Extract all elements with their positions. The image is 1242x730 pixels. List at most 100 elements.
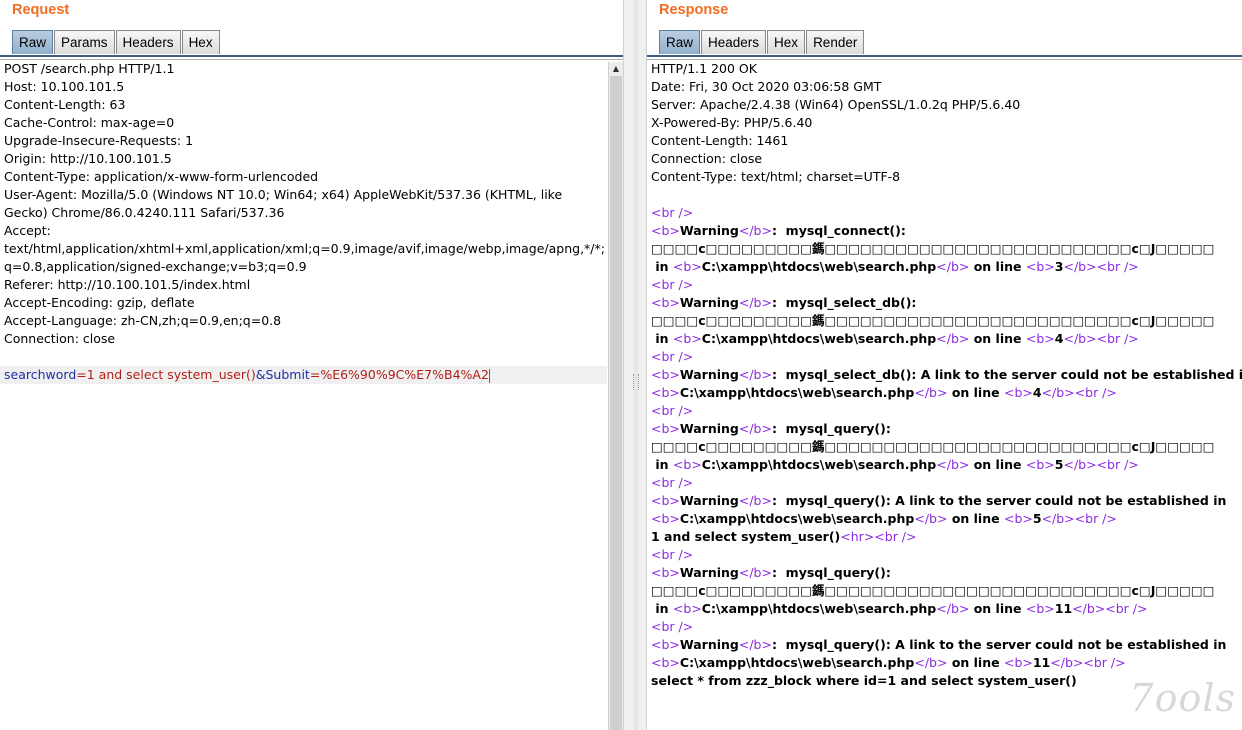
body-key2: Submit — [265, 367, 310, 382]
response-path-line: <b>C:\xampp\htdocs\web\search.php</b> on… — [647, 654, 1242, 672]
response-tab-render[interactable]: Render — [806, 30, 865, 54]
request-line: Accept-Language: zh-CN,zh;q=0.9,en;q=0.8 — [4, 313, 282, 328]
html-tag: <br /> — [1096, 331, 1139, 346]
file-path: C:\xampp\htdocs\web\search.php — [679, 511, 915, 526]
warning-label: Warning — [679, 367, 739, 382]
html-tag: <b> — [672, 259, 702, 274]
html-tag: <br /> — [651, 349, 694, 364]
html-tag: </b> — [738, 565, 772, 580]
request-line: Origin: http://10.100.101.5 — [4, 151, 172, 166]
warning-label: Warning — [679, 565, 739, 580]
warning-colon: : — [771, 565, 786, 580]
divider-grip-icon[interactable] — [633, 374, 639, 390]
file-path: C:\xampp\htdocs\web\search.php — [701, 259, 937, 274]
html-tag: </b> — [738, 421, 772, 436]
on-line-label: on line — [951, 655, 1000, 670]
response-tab-hex[interactable]: Hex — [767, 30, 806, 54]
html-tag: <b> — [651, 421, 680, 436]
split-divider[interactable] — [623, 0, 647, 730]
response-path-line: <b>C:\xampp\htdocs\web\search.php</b> on… — [647, 384, 1242, 402]
html-tag: </b> — [914, 385, 948, 400]
html-tag: </b> — [738, 295, 772, 310]
request-line: text/html,application/xhtml+xml,applicat… — [4, 241, 605, 256]
line-number: 11 — [1032, 655, 1051, 670]
html-tag: <b> — [651, 493, 680, 508]
response-br-line: <br /> — [647, 402, 1242, 420]
request-tab-hex[interactable]: Hex — [181, 30, 220, 54]
html-tag: <b> — [672, 331, 702, 346]
response-path-line: in <b>C:\xampp\htdocs\web\search.php</b>… — [647, 456, 1242, 474]
html-tag: <b> — [1025, 601, 1055, 616]
request-line: Cache-Control: max-age=0 — [4, 115, 175, 130]
html-tag: <br /> — [1074, 385, 1117, 400]
html-tag: <b> — [1025, 331, 1055, 346]
response-header-line — [647, 186, 1242, 204]
request-line: Connection: close — [4, 331, 116, 346]
tab-underline — [0, 55, 623, 57]
body-val2: %E6%90%9C%E7%B4%A2 — [320, 367, 489, 382]
request-tab-raw[interactable]: Raw — [12, 30, 54, 54]
warning-label: Warning — [679, 637, 739, 652]
response-tab-raw[interactable]: Raw — [659, 30, 701, 54]
warning-label: Warning — [679, 295, 739, 310]
request-body-line[interactable]: searchword=1 and select system_user()&Su… — [0, 366, 607, 384]
html-tag: </b> — [1063, 259, 1097, 274]
html-tag: <br /> — [874, 529, 917, 544]
response-garbled-line: □□□□c□□□□□□□□□鎷□□□□□□□□□□□□□□□□□□□□□□□□□… — [651, 241, 1215, 256]
response-path-line: in <b> C:\xampp\htdocs\web\search.php</b>… — [647, 600, 1242, 618]
html-tag: <br /> — [651, 547, 694, 562]
in-word: in — [655, 259, 669, 274]
html-tag: <b> — [651, 511, 680, 526]
html-tag: <br /> — [651, 277, 694, 292]
text-cursor — [488, 368, 490, 383]
on-line-label: on line — [973, 601, 1022, 616]
html-tag: <br /> — [651, 475, 694, 490]
scroll-thumb[interactable] — [610, 76, 622, 730]
response-header-line: X-Powered-By: PHP/5.6.40 — [651, 115, 813, 130]
line-number: 5 — [1032, 511, 1042, 526]
on-line-label: on line — [951, 511, 1000, 526]
warning-label: Warning — [679, 223, 739, 238]
html-tag: </b> — [936, 601, 970, 616]
file-path: C:\xampp\htdocs\web\search.php — [679, 655, 915, 670]
request-scrollbar[interactable]: ▲ — [608, 62, 623, 730]
html-tag: <br /> — [651, 205, 694, 220]
warning-function: mysql_query(): A link to the server coul… — [785, 637, 1227, 652]
file-path: C:\xampp\htdocs\web\search.php — [701, 457, 937, 472]
response-pane: Response Raw Headers Hex Render HTTP/1.1… — [647, 0, 1242, 730]
html-tag: </b> — [1041, 385, 1075, 400]
response-garbled-line: □□□□c□□□□□□□□□鎷□□□□□□□□□□□□□□□□□□□□□□□□□… — [651, 313, 1215, 328]
html-tag: <hr> — [840, 529, 875, 544]
request-line: Content-Type: application/x-www-form-url… — [4, 169, 319, 184]
html-tag: <b> — [651, 385, 680, 400]
scroll-up-arrow-icon[interactable]: ▲ — [609, 62, 623, 76]
in-word: in — [655, 331, 669, 346]
response-garbled-line: □□□□c□□□□□□□□□鎷□□□□□□□□□□□□□□□□□□□□□□□□□… — [651, 439, 1215, 454]
html-tag: </b> — [1063, 331, 1097, 346]
body-val1: 1 and select system_user() — [86, 367, 256, 382]
warning-label: Warning — [679, 421, 739, 436]
html-tag: <b> — [651, 565, 680, 580]
warning-colon: : — [771, 223, 786, 238]
response-echo-line: 1 and select system_user()<hr><br /> — [647, 528, 1242, 546]
request-line: Accept-Encoding: gzip, deflate — [4, 295, 195, 310]
in-word: in — [655, 601, 669, 616]
html-tag: </b> — [936, 259, 970, 274]
request-tab-params[interactable]: Params — [54, 30, 115, 54]
file-path: C:\xampp\htdocs\web\search.php — [701, 601, 937, 616]
response-tabs: Raw Headers Hex Render — [659, 30, 865, 54]
warning-function: mysql_select_db(): A link to the server … — [785, 367, 1242, 382]
request-line: Accept: — [4, 223, 51, 238]
response-tab-headers[interactable]: Headers — [701, 30, 767, 54]
request-tab-headers[interactable]: Headers — [115, 30, 181, 54]
body-key1: searchword — [4, 367, 77, 382]
html-tag: <b> — [651, 637, 680, 652]
warning-colon: : — [771, 493, 786, 508]
request-editor[interactable]: POST /search.php HTTP/1.1 Host: 10.100.10… — [0, 60, 607, 730]
warning-function: mysql_query(): — [785, 421, 891, 436]
response-editor[interactable]: HTTP/1.1 200 OK Date: Fri, 30 Oct 2020 03… — [647, 60, 1242, 730]
html-tag: <b> — [1003, 511, 1033, 526]
request-title: Request — [12, 2, 70, 18]
html-tag: <br /> — [1105, 601, 1148, 616]
html-tag: </b> — [738, 367, 772, 382]
